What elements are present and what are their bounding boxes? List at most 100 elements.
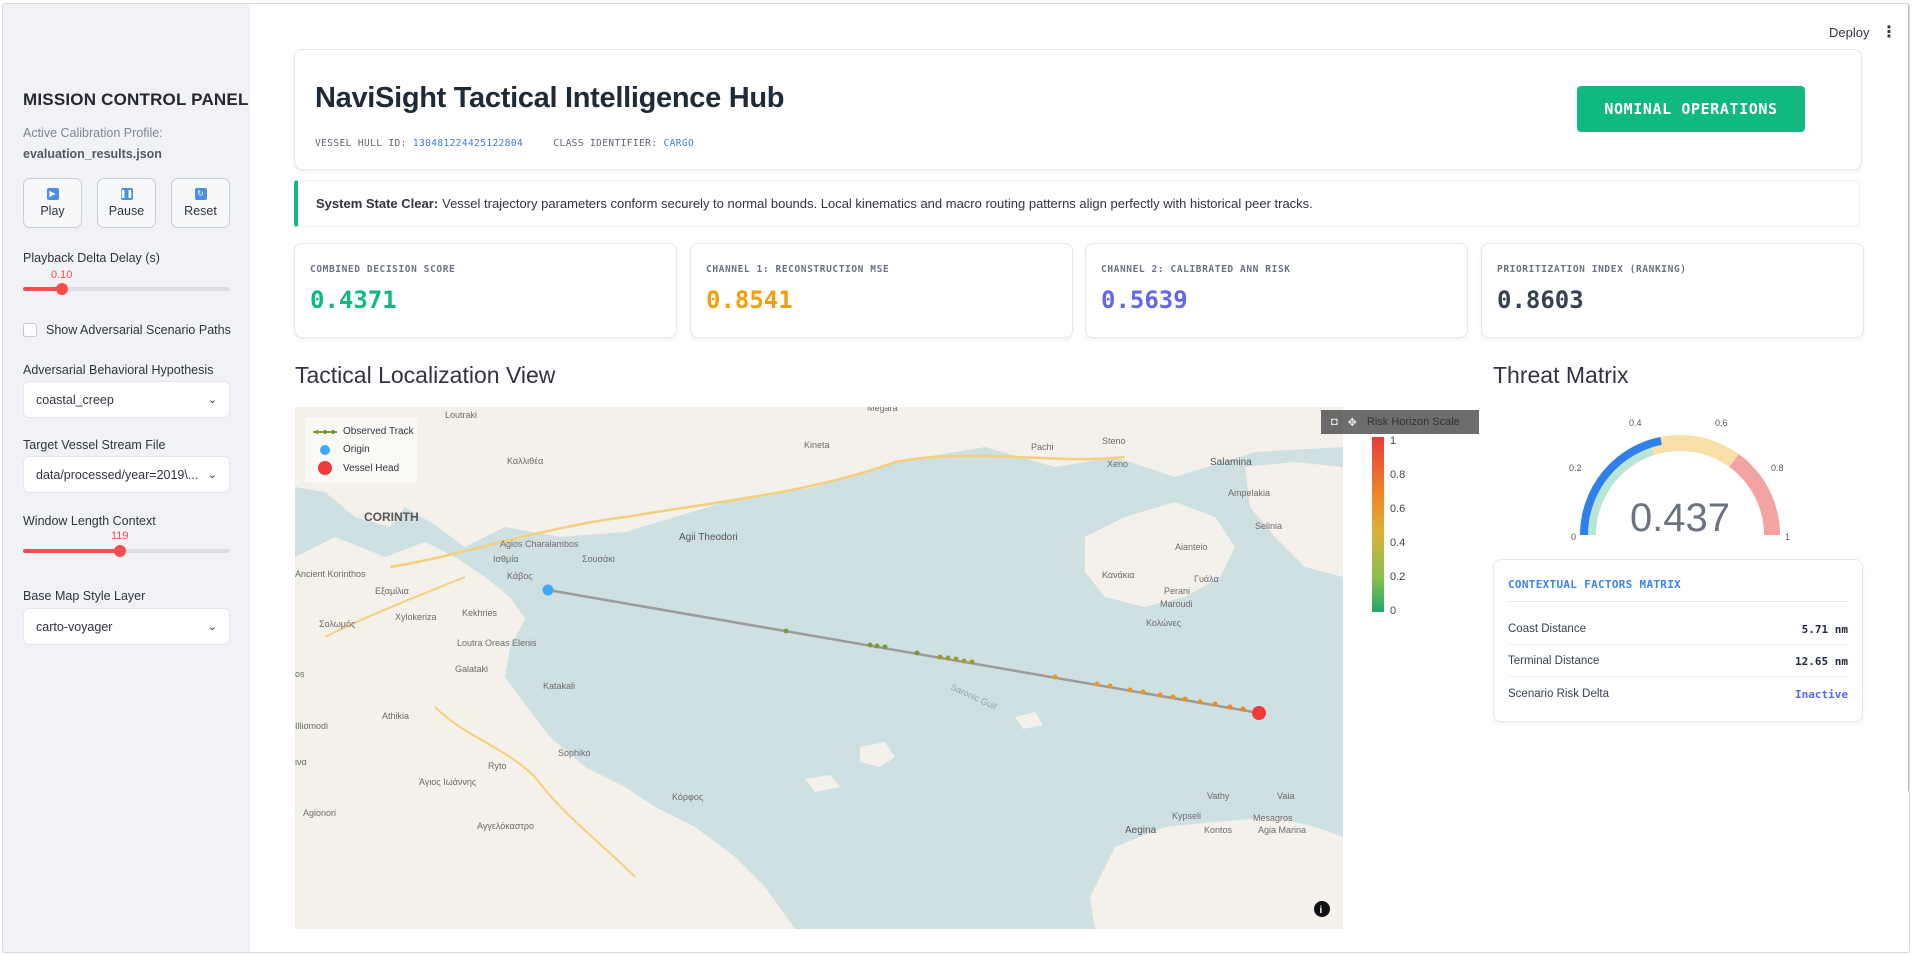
play-icon: ▶	[46, 188, 59, 200]
svg-text:Steno: Steno	[1102, 436, 1126, 446]
app-window: MISSION CONTROL PANEL Active Calibration…	[2, 3, 1910, 953]
origin-marker[interactable]	[542, 584, 554, 596]
divider	[1508, 601, 1848, 602]
svg-text:ινα: ινα	[295, 757, 307, 767]
svg-text:CORINTH: CORINTH	[364, 510, 419, 524]
stream-file-select[interactable]: data/processed/year=2019\... ⌄	[23, 456, 230, 493]
window-length-label: Window Length Context	[23, 514, 156, 528]
divider	[1508, 676, 1848, 677]
head-legend-icon	[318, 461, 332, 475]
svg-text:Kypseli: Kypseli	[1172, 811, 1201, 821]
stream-file-label: Target Vessel Stream File	[23, 438, 166, 452]
track-point	[1240, 706, 1246, 712]
track-point	[914, 650, 920, 656]
svg-text:Agii Theodori: Agii Theodori	[679, 532, 738, 543]
svg-text:Εξαμίλια: Εξαμίλια	[375, 586, 409, 596]
pan-icon[interactable]: ✥	[1348, 416, 1357, 429]
scrollbar[interactable]	[1908, 4, 1909, 792]
legend-origin-label: Origin	[343, 444, 370, 455]
track-legend-icon	[313, 429, 337, 434]
svg-text:Ryto: Ryto	[488, 761, 507, 771]
adversarial-paths-toggle[interactable]: Show Adversarial Scenario Paths	[23, 323, 231, 337]
svg-text:Ισθμία: Ισθμία	[493, 554, 518, 564]
svg-text:Aegina: Aegina	[1125, 825, 1157, 836]
track-point	[783, 628, 789, 634]
base-map-select[interactable]: carto-voyager ⌄	[23, 608, 230, 645]
svg-text:Vaia: Vaia	[1277, 791, 1294, 801]
sidebar: MISSION CONTROL PANEL Active Calibration…	[3, 4, 250, 952]
risk-gauge: 0.437 0 0.2 0.4 0.6 0.8 1	[1569, 418, 1790, 542]
track-point	[1107, 683, 1113, 689]
hull-id-label: VESSEL HULL ID:	[315, 138, 407, 149]
svg-text:Καλλιθέα: Καλλιθέα	[507, 456, 543, 466]
reset-button[interactable]: ↻ Reset	[171, 178, 230, 228]
page-title: NaviSight Tactical Intelligence Hub	[315, 82, 785, 114]
svg-text:Galataki: Galataki	[455, 664, 488, 674]
svg-text:Perani: Perani	[1164, 586, 1190, 596]
metric-label: CHANNEL 2: CALIBRATED ANN RISK	[1101, 264, 1291, 275]
camera-icon[interactable]: ◘	[1331, 416, 1338, 428]
gauge-tick: 0.6	[1715, 418, 1728, 428]
slider-thumb[interactable]	[56, 283, 68, 295]
svg-text:Xylokeriza: Xylokeriza	[395, 612, 437, 622]
svg-text:Illiomodi: Illiomodi	[295, 721, 328, 731]
track-point	[953, 656, 959, 662]
svg-text:Kekhries: Kekhries	[462, 608, 498, 618]
legend-head-label: Vessel Head	[343, 462, 400, 474]
gauge-value: 0.437	[1630, 496, 1730, 540]
legend-item-origin: Origin	[313, 444, 370, 455]
track-point	[1227, 704, 1233, 710]
svg-text:Athikia: Athikia	[382, 711, 409, 721]
track-point	[937, 654, 943, 660]
adversarial-paths-label: Show Adversarial Scenario Paths	[46, 323, 231, 337]
legend-item-head: Vessel Head	[313, 461, 399, 475]
tactical-map[interactable]: Megara Loutraki Καλλιθέα Kineta Pachi St…	[295, 407, 1343, 929]
alert-heading: System State Clear:	[316, 196, 439, 211]
chevron-down-icon: ⌄	[207, 394, 217, 406]
gauge-tick: 0.4	[1629, 418, 1642, 428]
map-legend: Observed Track Origin Vessel Head	[305, 417, 417, 483]
vessel-head-marker[interactable]	[1252, 706, 1266, 720]
svg-text:Agionori: Agionori	[303, 808, 336, 818]
svg-text:Pachi: Pachi	[1031, 442, 1054, 452]
hypothesis-label: Adversarial Behavioral Hypothesis	[23, 363, 214, 377]
status-badge: NOMINAL OPERATIONS	[1577, 86, 1805, 132]
context-row-label: Terminal Distance	[1508, 655, 1600, 667]
gauge-band-mid	[1649, 435, 1739, 468]
window-length-slider[interactable]	[23, 545, 230, 557]
track-point	[1212, 701, 1218, 707]
svg-text:Maroudi: Maroudi	[1160, 599, 1193, 609]
svg-text:Agia Marina: Agia Marina	[1258, 825, 1306, 835]
plot-modebar: ◘ ✥ Risk Horizon Scale	[1321, 410, 1479, 434]
map-canvas[interactable]: Megara Loutraki Καλλιθέα Kineta Pachi St…	[295, 407, 1343, 929]
slider-thumb[interactable]	[114, 545, 126, 557]
track-point	[945, 655, 951, 661]
deploy-button[interactable]: Deploy	[1829, 25, 1869, 40]
main-menu-icon[interactable]: ⋮	[1881, 22, 1897, 42]
svg-text:Megara: Megara	[867, 407, 898, 413]
play-button[interactable]: ▶ Play	[23, 178, 82, 228]
pause-button[interactable]: ❚❚ Pause	[97, 178, 156, 228]
origin-legend-icon	[320, 444, 330, 455]
play-label: Play	[40, 204, 65, 218]
metric-value: 0.8603	[1497, 286, 1584, 314]
metric-card: CHANNEL 1: RECONSTRUCTION MSE 0.8541	[690, 243, 1073, 338]
metric-value: 0.5639	[1101, 286, 1188, 314]
svg-text:Κάβος: Κάβος	[507, 571, 533, 581]
metric-label: PRIORITIZATION INDEX (RANKING)	[1497, 264, 1687, 275]
context-row: Terminal Distance 12.65 nm	[1508, 655, 1848, 668]
svg-text:Selinia: Selinia	[1255, 521, 1282, 531]
playback-delay-label: Playback Delta Delay (s)	[23, 251, 160, 265]
svg-text:os: os	[295, 669, 305, 679]
info-glyph: i	[1320, 905, 1323, 916]
map-section-title: Tactical Localization View	[295, 362, 556, 388]
context-row-value: 5.71 nm	[1801, 623, 1848, 636]
checkbox[interactable]	[23, 323, 37, 337]
calibration-label: Active Calibration Profile:	[23, 126, 163, 140]
colorbar-tick: 0.8	[1390, 469, 1406, 481]
status-alert: System State Clear: Vessel trajectory pa…	[294, 180, 1860, 227]
playback-delay-slider[interactable]	[23, 283, 230, 295]
hypothesis-value: coastal_creep	[36, 392, 114, 407]
hypothesis-select[interactable]: coastal_creep ⌄	[23, 381, 230, 418]
legend-item-track: Observed Track	[313, 426, 414, 437]
